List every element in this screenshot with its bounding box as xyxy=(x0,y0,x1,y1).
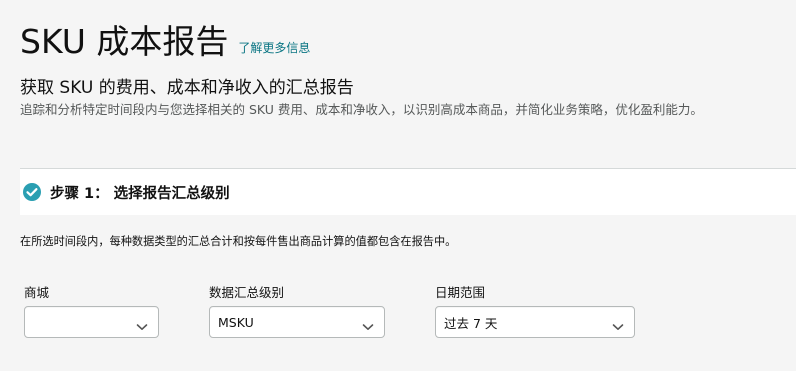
step-1-title: 步骤 1： 选择报告汇总级别 xyxy=(50,185,230,202)
marketplace-label: 商城 xyxy=(24,285,50,300)
aggregation-field: 数据汇总级别 MSKU xyxy=(209,284,385,338)
check-circle-icon xyxy=(22,182,42,202)
page-description: 追踪和分析特定时间段内与您选择相关的 SKU 费用、成本和净收入，以识别高成本商… xyxy=(20,102,703,117)
aggregation-value: MSKU xyxy=(218,314,254,330)
date-range-value: 过去 7 天 xyxy=(444,315,498,331)
aggregation-select[interactable]: MSKU xyxy=(209,306,385,338)
step-1-description: 在所选时间段内，每种数据类型的汇总合计和按每件售出商品计算的值都包含在报告中。 xyxy=(20,235,457,248)
chevron-down-icon xyxy=(136,317,148,330)
learn-more-link[interactable]: 了解更多信息 xyxy=(238,39,310,56)
step-1-header: 步骤 1： 选择报告汇总级别 xyxy=(20,169,796,215)
date-range-field: 日期范围 过去 7 天 xyxy=(435,284,635,338)
chevron-down-icon xyxy=(612,317,624,330)
aggregation-label: 数据汇总级别 xyxy=(209,285,285,300)
date-range-select[interactable]: 过去 7 天 xyxy=(435,306,635,338)
page-header: SKU 成本报告 了解更多信息 xyxy=(20,22,310,62)
marketplace-select[interactable] xyxy=(24,306,159,338)
page-subtitle: 获取 SKU 的费用、成本和净收入的汇总报告 xyxy=(20,78,354,98)
date-range-label: 日期范围 xyxy=(435,285,486,300)
chevron-down-icon xyxy=(362,317,374,330)
marketplace-field: 商城 xyxy=(24,284,159,338)
page-title: SKU 成本报告 xyxy=(20,22,229,61)
